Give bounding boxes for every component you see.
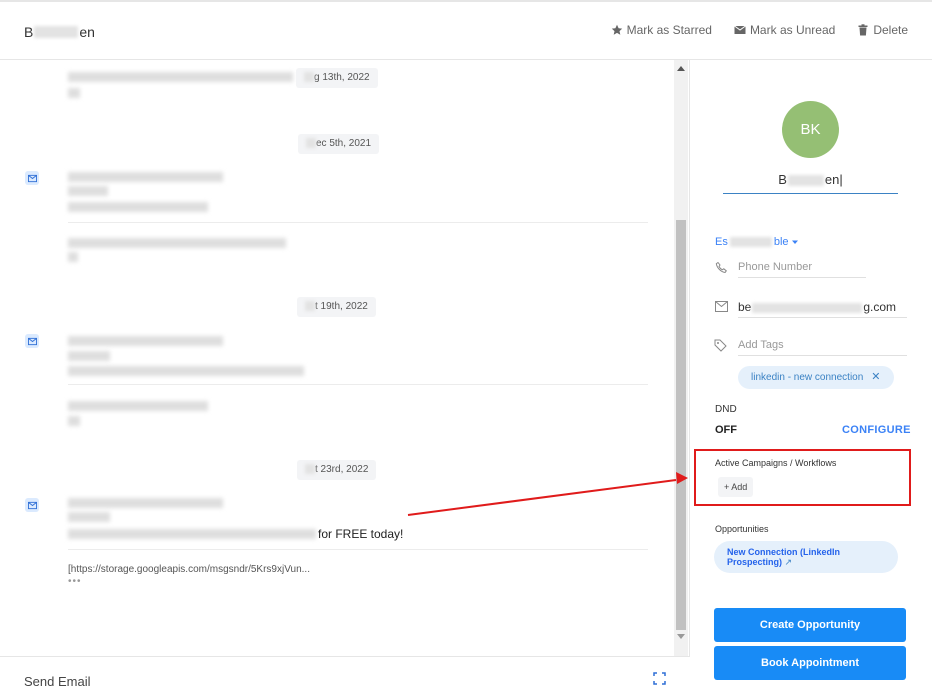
scroll-up-arrow-icon[interactable] <box>677 66 685 71</box>
redacted-text <box>68 88 80 98</box>
email-start: be <box>738 300 752 314</box>
tags-input[interactable]: Add Tags <box>738 336 907 356</box>
redacted-text <box>68 512 110 522</box>
owner-start: Es <box>715 236 728 248</box>
delete-label: Delete <box>873 23 908 37</box>
header-actions: Mark as Starred Mark as Unread Delete <box>611 23 908 37</box>
email-message-icon <box>25 334 39 348</box>
conversation-pane: g 13th, 2022 ec 5th, 2021 t 19th, 2022 t… <box>0 60 690 656</box>
mark-starred-button[interactable]: Mark as Starred <box>611 23 712 37</box>
mark-unread-button[interactable]: Mark as Unread <box>734 23 835 37</box>
contact-title: B en <box>24 24 95 40</box>
date-label: t 19th, 2022 <box>315 301 368 312</box>
email-end: g.com <box>863 300 897 314</box>
contact-name-start: B <box>24 24 34 40</box>
email-message-icon <box>25 171 39 185</box>
redacted-text <box>68 72 293 82</box>
redacted-text <box>68 498 223 508</box>
date-divider: ec 5th, 2021 <box>298 134 380 154</box>
create-opportunity-button[interactable]: Create Opportunity <box>714 608 906 642</box>
message-separator <box>68 384 648 385</box>
campaigns-label: Active Campaigns / Workflows <box>715 458 837 468</box>
star-icon <box>611 24 622 35</box>
redacted-text <box>68 186 108 196</box>
caret-down-icon <box>791 240 798 244</box>
text-cursor: | <box>839 172 843 187</box>
plus-icon: + <box>724 482 730 492</box>
dnd-label: DND <box>715 404 737 415</box>
mark-unread-label: Mark as Unread <box>749 23 836 37</box>
tag-chip: linkedin - new connection ✕ <box>738 366 894 389</box>
redacted-text <box>68 238 286 248</box>
tag-label: linkedin - new connection <box>751 372 864 383</box>
redacted-text <box>68 172 223 182</box>
opportunities-label: Opportunities <box>715 524 769 534</box>
owner-end: ble <box>773 236 789 248</box>
message-text: for FREE today! <box>318 527 404 541</box>
redacted-month <box>304 72 314 83</box>
delete-button[interactable]: Delete <box>857 23 908 37</box>
redacted-month <box>305 301 315 312</box>
dnd-value: OFF <box>715 424 737 436</box>
more-dots[interactable]: ••• <box>68 576 82 587</box>
opportunity-name-line1: New Connection (LinkedIn <box>727 547 841 557</box>
redacted-owner <box>729 237 772 247</box>
redacted-month <box>305 464 315 475</box>
configure-button[interactable]: CONFIGURE <box>842 424 911 436</box>
email-input[interactable]: be g.com <box>738 298 907 318</box>
date-label: t 23rd, 2022 <box>315 464 369 475</box>
owner-select[interactable]: Es ble <box>715 236 799 248</box>
date-label: g 13th, 2022 <box>314 72 370 83</box>
redacted-text <box>68 202 208 212</box>
message-link[interactable]: [https://storage.googleapis.com/msgsndr/… <box>68 564 310 575</box>
scroll-down-arrow-icon[interactable] <box>677 634 685 639</box>
tag-icon <box>714 339 727 352</box>
top-bar: B en Mark as Starred Mark as Unread Dele… <box>0 0 932 60</box>
send-email-bar <box>0 656 690 688</box>
email-icon <box>715 301 728 312</box>
scrollbar-thumb[interactable] <box>676 220 686 630</box>
redacted-text <box>68 252 78 262</box>
phone-input[interactable]: Phone Number <box>738 258 866 278</box>
remove-tag-icon[interactable]: ✕ <box>871 366 880 389</box>
contact-name-field[interactable]: Ben| <box>723 170 898 194</box>
redacted-text <box>68 529 316 539</box>
message-separator <box>68 549 648 550</box>
add-campaign-button[interactable]: + Add <box>718 477 754 497</box>
redacted-email <box>752 302 863 313</box>
avatar: BK <box>782 101 839 158</box>
date-divider: t 23rd, 2022 <box>297 460 377 480</box>
trash-icon <box>858 24 868 36</box>
envelope-icon <box>734 25 746 34</box>
contact-name-end: en <box>79 24 95 40</box>
redacted-text <box>68 336 223 346</box>
name-end: en <box>824 172 840 187</box>
name-start: B <box>778 172 787 187</box>
redacted-name <box>34 26 79 38</box>
add-label: Add <box>731 482 748 492</box>
external-link-icon[interactable]: ↗ <box>785 557 793 567</box>
send-email-tab[interactable]: Send Email <box>24 674 90 688</box>
opportunity-name-line2: Prospecting) <box>727 557 783 567</box>
redacted-text <box>68 416 80 426</box>
redacted-name <box>787 175 824 187</box>
date-divider: t 19th, 2022 <box>297 297 376 317</box>
date-label: ec 5th, 2021 <box>316 138 372 149</box>
book-appointment-button[interactable]: Book Appointment <box>714 646 906 680</box>
opportunity-chip[interactable]: New Connection (LinkedIn Prospecting) ↗ <box>714 541 898 573</box>
redacted-month <box>306 138 316 149</box>
redacted-text <box>68 366 304 376</box>
conversation-page: B en Mark as Starred Mark as Unread Dele… <box>0 0 932 688</box>
date-divider: g 13th, 2022 <box>296 68 378 88</box>
email-message-icon <box>25 498 39 512</box>
expand-icon[interactable] <box>653 672 666 685</box>
message-separator <box>68 222 648 223</box>
redacted-text <box>68 401 208 411</box>
redacted-text <box>68 351 110 361</box>
phone-icon <box>715 261 727 274</box>
mark-starred-label: Mark as Starred <box>626 23 712 37</box>
